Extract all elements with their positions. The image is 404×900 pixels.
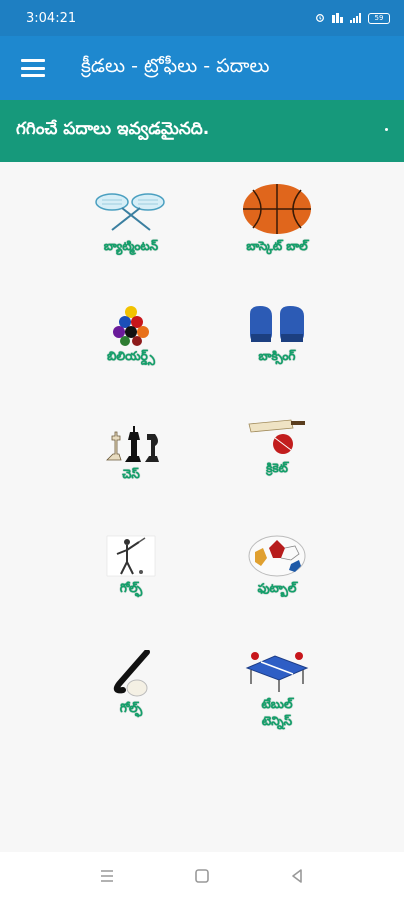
hockey-icon xyxy=(113,650,150,697)
app-title: క్రీడలు - ట్రోఫీలు - పదాలు xyxy=(81,54,270,77)
alarm-icon xyxy=(316,14,324,22)
sport-tile-cricket[interactable]: క్రికెట్ xyxy=(222,416,332,477)
sport-label: టేబుల్ టెన్నిస్ xyxy=(261,697,293,728)
sport-tile-boxing[interactable]: బాక్సింగ్ xyxy=(222,304,332,365)
hamburger-menu-icon[interactable] xyxy=(21,59,45,77)
boxing-gloves-icon xyxy=(250,306,304,342)
recent-apps-icon[interactable] xyxy=(87,856,127,896)
golf-icon xyxy=(106,535,156,577)
signal-icon xyxy=(350,13,361,23)
home-icon[interactable] xyxy=(182,856,222,896)
chess-icon xyxy=(106,426,159,462)
sport-tile-golf[interactable]: గోల్ఫ్ xyxy=(76,534,186,597)
sport-label: క్రికెట్ xyxy=(266,461,288,475)
status-time: 3:04:21 xyxy=(26,10,77,26)
sport-label: బ్యాట్మింటన్ xyxy=(103,239,159,253)
marquee-banner: గగించే పదాలు ఇవ్వడమైనది. xyxy=(0,100,404,162)
sport-label: గోల్ఫ్ xyxy=(119,701,143,715)
sport-tile-basketball[interactable]: బాస్కెట్ బాల్ xyxy=(222,182,332,255)
basketball-icon xyxy=(243,184,311,234)
marquee-text: గగించే పదాలు ఇవ్వడమైనది. xyxy=(16,119,210,139)
sport-tile-chess[interactable]: చెస్ xyxy=(76,420,186,483)
sport-tile-badminton[interactable]: బ్యాట్మింటన్ xyxy=(76,190,186,255)
battery-level: 59 xyxy=(374,14,384,22)
sport-label: గోల్ఫ్ xyxy=(119,581,143,595)
sport-tile-hockey[interactable]: గోల్ఫ్ xyxy=(76,650,186,717)
sport-label: బాక్సింగ్ xyxy=(258,349,296,363)
back-icon[interactable] xyxy=(277,856,317,896)
badminton-icon xyxy=(95,193,165,231)
sport-label: ఫుట్బాల్ xyxy=(257,581,297,595)
sport-tile-table-tennis[interactable]: టేబుల్ టెన్నిస్ xyxy=(222,650,332,730)
sport-label: బాస్కెట్ బాల్ xyxy=(246,239,308,253)
marquee-dot xyxy=(385,128,388,131)
status-icons: 59 xyxy=(314,12,390,24)
football-icon xyxy=(248,535,306,577)
app-bar: క్రీడలు - ట్రోఫీలు - పదాలు xyxy=(0,36,404,100)
status-bar: 3:04:21 59 xyxy=(0,0,404,36)
cricket-icon xyxy=(248,419,305,454)
sport-label: బిలియర్డ్స్ xyxy=(107,349,155,363)
wifi-icon xyxy=(332,13,343,23)
billiards-icon xyxy=(113,306,149,346)
sport-label: చెస్ xyxy=(122,467,140,481)
battery-icon: 59 xyxy=(368,12,390,24)
sport-tile-football[interactable]: ఫుట్బాల్ xyxy=(222,534,332,597)
table-tennis-icon xyxy=(245,652,309,692)
system-nav-bar xyxy=(0,852,404,900)
sports-grid: బ్యాట్మింటన్ బాస్కెట్ బాల్ బిలియర్డ్స్ బ… xyxy=(0,162,404,852)
sport-tile-billiards[interactable]: బిలియర్డ్స్ xyxy=(76,304,186,365)
